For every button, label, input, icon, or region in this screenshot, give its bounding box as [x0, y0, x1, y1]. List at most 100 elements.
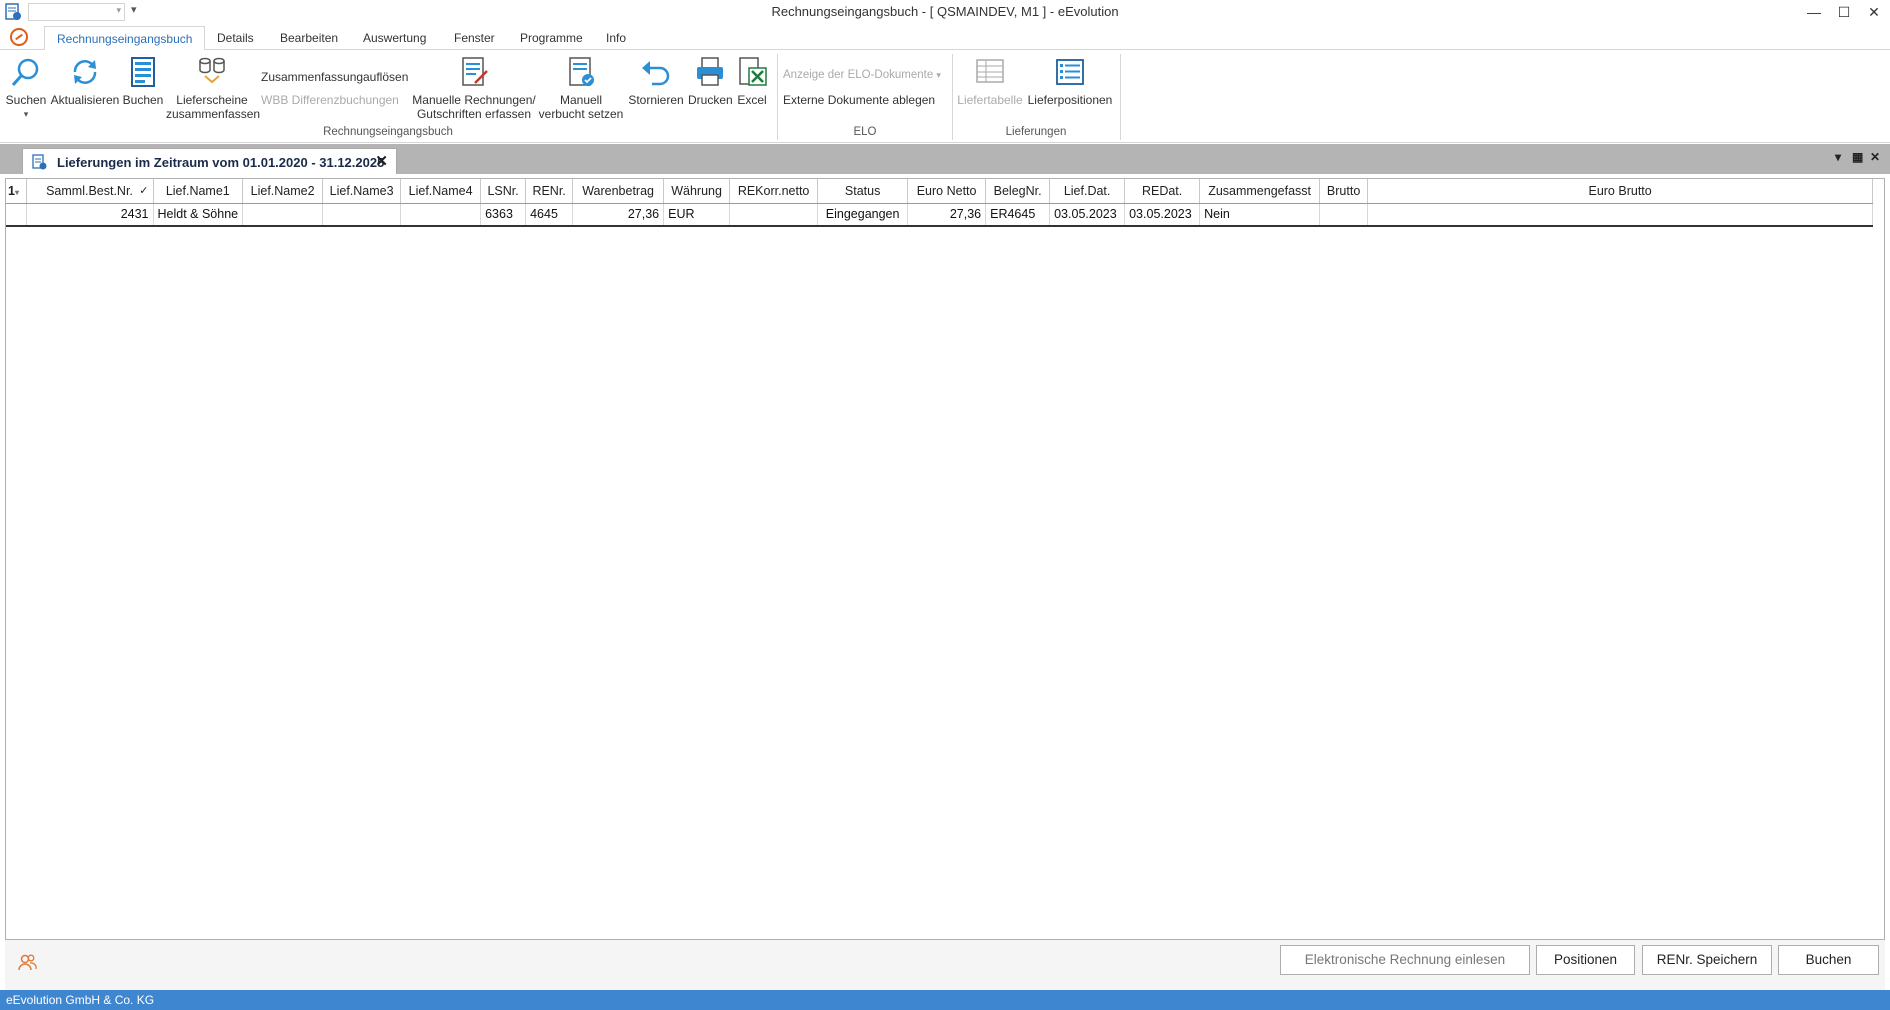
row-indicator-header[interactable]: 1▾	[6, 179, 27, 204]
tab-list-menu-icon[interactable]: ▾	[1835, 150, 1841, 164]
tab-bearbeiten[interactable]: Bearbeiten	[268, 26, 350, 50]
document-tab[interactable]: Lieferungen im Zeitraum vom 01.01.2020 -…	[22, 148, 397, 174]
search-icon	[11, 58, 39, 86]
column-header-zusammengefasst[interactable]: Zusammengefasst	[1199, 179, 1321, 204]
drucken-label: Drucken	[688, 93, 733, 107]
buchen-button[interactable]: Buchen	[1778, 945, 1879, 975]
drucken-button[interactable]: Drucken	[688, 56, 733, 107]
maximize-button[interactable]: ☐	[1830, 0, 1858, 24]
footer-bar: Elektronische Rechnung einlesen Position…	[5, 940, 1885, 990]
stornieren-button[interactable]: Stornieren	[626, 56, 686, 107]
database-merge-icon	[199, 57, 225, 84]
table-cell[interactable]	[729, 203, 819, 227]
tab-info[interactable]: Info	[594, 26, 638, 50]
zusammenfassung-button[interactable]: Zusammenfassung	[261, 70, 363, 84]
column-header-lief-name2[interactable]: Lief.Name2	[242, 179, 324, 204]
table-cell[interactable]: 03.05.2023	[1049, 203, 1126, 227]
status-bar: eEvolution GmbH & Co. KG	[0, 990, 1890, 1010]
ribbon-tabs: Rechnungseingangsbuch Details Bearbeiten…	[0, 26, 1890, 51]
elo-anzeige-dropdown[interactable]: Anzeige der ELO-Dokumente ▾	[783, 69, 941, 81]
tab-details[interactable]: Details	[205, 26, 266, 50]
column-header-renr[interactable]: RENr.	[525, 179, 574, 204]
table-cell[interactable]: 27,36	[907, 203, 987, 227]
wbb-differenzbuchungen-button[interactable]: WBB Differenzbuchungen	[261, 93, 399, 107]
elektronische-rechnung-einlesen-button[interactable]: Elektronische Rechnung einlesen	[1280, 945, 1530, 975]
tab-auswertung[interactable]: Auswertung	[351, 26, 438, 50]
column-header-brutto[interactable]: Brutto	[1319, 179, 1369, 204]
externe-dokumente-button[interactable]: Externe Dokumente ablegen	[783, 93, 935, 107]
table-cell[interactable]: 2431	[26, 203, 154, 227]
column-header-lief-dat[interactable]: Lief.Dat.	[1049, 179, 1126, 204]
group-label-lieferungen: Lieferungen	[1005, 126, 1067, 138]
table-cell[interactable]: 03.05.2023	[1124, 203, 1201, 227]
layout-icon[interactable]: ▦	[1852, 150, 1863, 164]
suchen-button[interactable]: Suchen ▾	[4, 56, 48, 121]
liefertabelle-label: Liefertabelle	[957, 93, 1023, 107]
refresh-icon	[73, 60, 97, 84]
tab-rechnungseingangsbuch[interactable]: Rechnungseingangsbuch	[44, 26, 206, 51]
manuell-verbucht-button[interactable]: Manuell verbucht setzen	[538, 56, 624, 121]
manuell-verbucht-label-1: Manuell	[559, 93, 603, 107]
lieferungen-table: 1▾ Samml.Best.Nr. ✓ Lief.Name1 Lief.Name2…	[6, 179, 1874, 227]
ribbon-separator	[1120, 54, 1121, 140]
aktualisieren-label: Aktualisieren	[50, 93, 120, 107]
buchen-ribbon-button[interactable]: Buchen	[122, 56, 164, 107]
column-header-lief-name4[interactable]: Lief.Name4	[400, 179, 482, 204]
column-header-lief-name3[interactable]: Lief.Name3	[322, 179, 402, 204]
positionen-button[interactable]: Positionen	[1536, 945, 1635, 975]
list-icon	[1056, 59, 1084, 85]
column-header-euro-netto[interactable]: Euro Netto	[907, 179, 987, 204]
table-cell[interactable]: 27,36	[572, 203, 665, 227]
column-header-belegnr[interactable]: BelegNr.	[985, 179, 1051, 204]
column-header-euro-brutto[interactable]: Euro Brutto	[1367, 179, 1874, 204]
tab-fenster[interactable]: Fenster	[442, 26, 507, 50]
document-icon	[32, 154, 47, 170]
lieferpositionen-label: Lieferpositionen	[1027, 93, 1113, 107]
excel-label: Excel	[737, 93, 767, 107]
table-cell[interactable]: Heldt & Söhne	[153, 203, 244, 227]
app-menu-logo-icon[interactable]	[10, 28, 28, 46]
ribbon-separator	[952, 54, 953, 140]
table-cell[interactable]	[400, 203, 482, 227]
column-header-status[interactable]: Status	[817, 179, 909, 204]
table-cell[interactable]: 6363	[480, 203, 527, 227]
lieferscheine-label-2: zusammenfassen	[166, 107, 261, 121]
close-document-icon[interactable]: ✕	[1870, 150, 1880, 164]
group-label-elo: ELO	[853, 126, 877, 138]
lieferpositionen-button[interactable]: Lieferpositionen	[1026, 56, 1114, 107]
table-cell[interactable]: Eingegangen	[817, 203, 909, 227]
aufloesen-button[interactable]: auflösen	[363, 70, 408, 84]
column-header-waehrung[interactable]: Währung	[663, 179, 731, 204]
table-cell[interactable]	[322, 203, 402, 227]
column-header-redat[interactable]: REDat.	[1124, 179, 1201, 204]
table-row[interactable]: 2431 Heldt & Söhne 6363 4645 27,36 EUR E…	[6, 203, 1874, 227]
aktualisieren-button[interactable]: Aktualisieren	[50, 56, 120, 107]
table-cell[interactable]	[1367, 203, 1874, 227]
column-header-rekorr-netto[interactable]: REKorr.netto	[729, 179, 819, 204]
tab-programme[interactable]: Programme	[508, 26, 595, 50]
users-icon[interactable]	[17, 952, 37, 972]
table-cell[interactable]	[242, 203, 324, 227]
close-window-button[interactable]: ✕	[1860, 0, 1888, 24]
renr-speichern-button[interactable]: RENr. Speichern	[1642, 945, 1772, 975]
window-title: Rechnungseingangsbuch - [ QSMAINDEV, M1 …	[771, 4, 1119, 19]
excel-button[interactable]: Excel	[734, 56, 770, 107]
column-header-samml-best-nr[interactable]: Samml.Best.Nr. ✓	[26, 179, 154, 204]
table-cell[interactable]: Nein	[1199, 203, 1321, 227]
close-tab-icon[interactable]: ✕	[375, 152, 388, 170]
table-cell[interactable]: EUR	[663, 203, 731, 227]
table-cell[interactable]: 4645	[525, 203, 574, 227]
chevron-down-icon: ▾	[936, 70, 941, 80]
check-icon[interactable]: ✓	[139, 184, 148, 197]
table-cell[interactable]: ER4645	[985, 203, 1051, 227]
chevron-down-icon: ▾	[14, 187, 19, 197]
column-header-lief-name1[interactable]: Lief.Name1	[153, 179, 244, 204]
column-header-lsnr[interactable]: LSNr.	[480, 179, 527, 204]
manuelle-rechnungen-button[interactable]: Manuelle Rechnungen/ Gutschriften erfass…	[412, 56, 536, 121]
minimize-button[interactable]: —	[1800, 0, 1828, 24]
lieferscheine-zusammenfassen-button[interactable]: Lieferscheine zusammenfassen	[166, 56, 261, 121]
row-selector[interactable]	[6, 203, 27, 227]
column-header-warenbetrag[interactable]: Warenbetrag	[572, 179, 665, 204]
table-cell[interactable]	[1319, 203, 1369, 227]
liefertabelle-button[interactable]: Liefertabelle	[956, 56, 1024, 107]
